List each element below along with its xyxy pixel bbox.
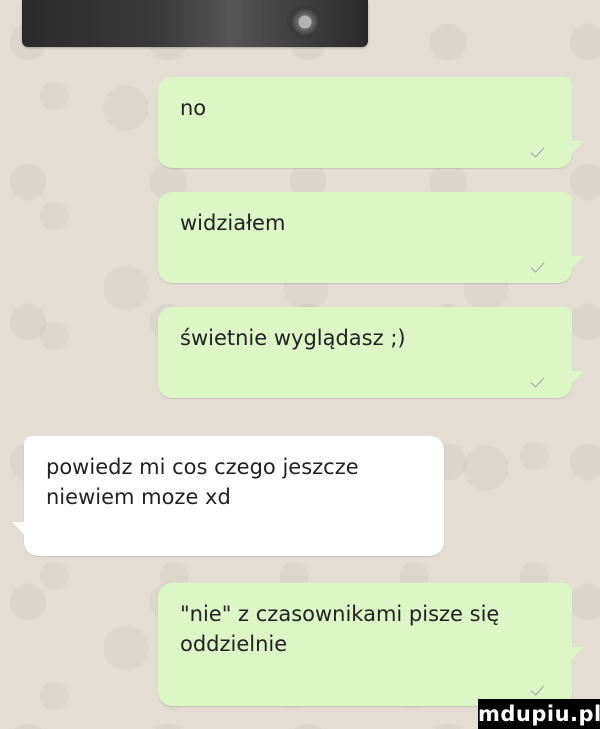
message-bubble-outgoing[interactable]: widziałem [158, 192, 584, 283]
check-icon [530, 143, 545, 158]
check-icon [530, 681, 545, 696]
message-bubble-outgoing[interactable]: świetnie wyglądasz ;) [158, 307, 584, 398]
message-bubble-incoming[interactable]: powiedz mi cos czego jeszcze niewiem moz… [12, 436, 444, 556]
check-icon [530, 373, 545, 388]
message-text: powiedz mi cos czego jeszcze niewiem moz… [46, 455, 359, 509]
message-bubble-outgoing[interactable]: "nie" z czasownikami pisze się oddzielni… [158, 583, 584, 706]
message-text: no [180, 96, 207, 120]
site-watermark: mdupiu.pl [478, 699, 600, 729]
message-text: świetnie wyglądasz ;) [180, 326, 406, 350]
check-icon [530, 258, 545, 273]
message-bubble-outgoing[interactable]: no [158, 77, 584, 168]
image-message-thumbnail[interactable] [22, 0, 368, 47]
message-text: widziałem [180, 211, 286, 235]
message-text: "nie" z czasownikami pisze się oddzielni… [180, 602, 500, 656]
